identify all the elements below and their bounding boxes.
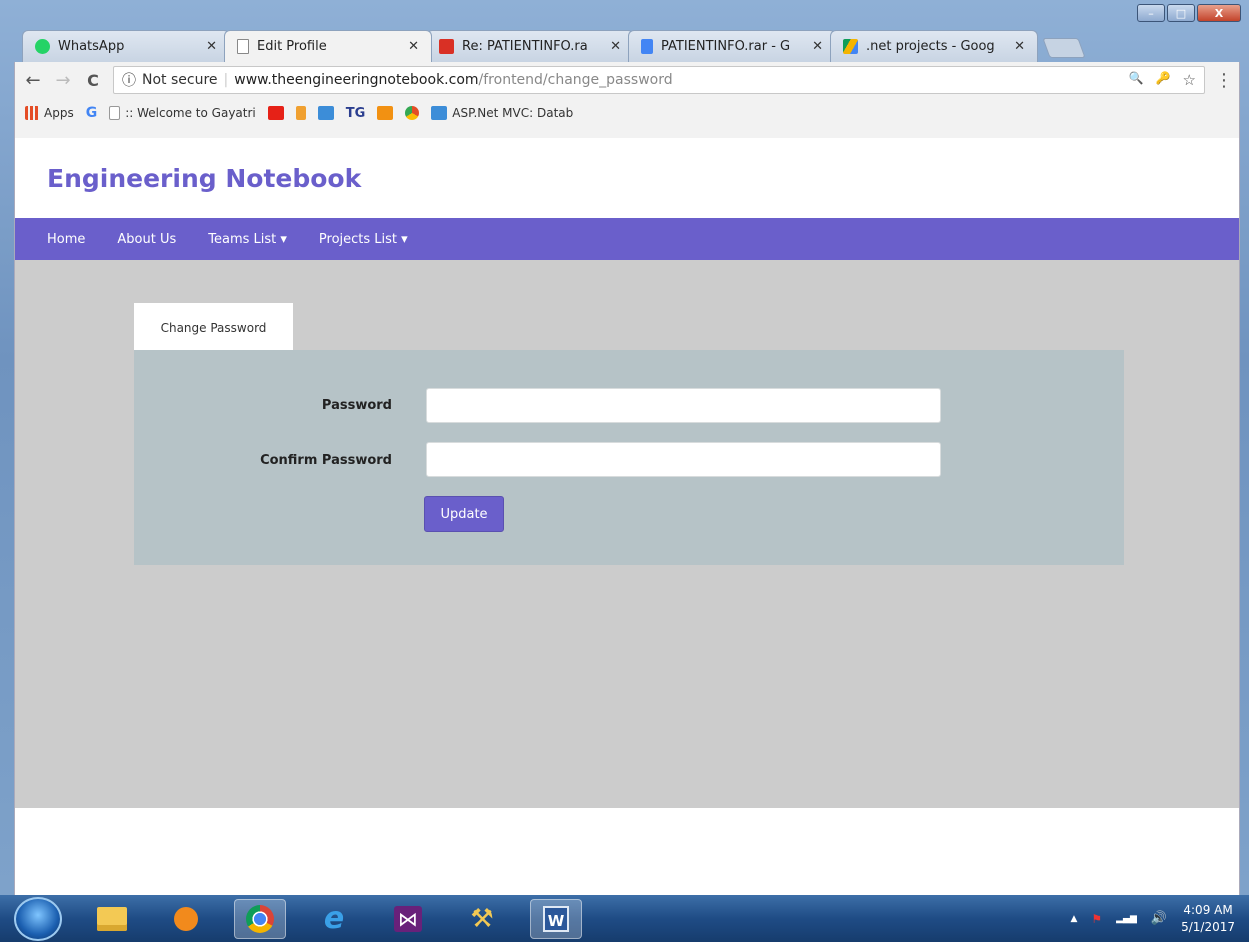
- bookmark-5[interactable]: [405, 106, 420, 120]
- maximize-button[interactable]: □: [1167, 4, 1195, 22]
- nav-about-us[interactable]: About Us: [117, 232, 176, 247]
- url-host: www.theengineeringnotebook.com: [234, 72, 479, 88]
- window-controls: – □ X: [1137, 4, 1241, 22]
- ie-icon[interactable]: e: [308, 899, 360, 939]
- tools-icon[interactable]: ⚒: [456, 899, 508, 939]
- bookmark-google[interactable]: G: [86, 105, 98, 121]
- url-path: /frontend/change_password: [478, 72, 673, 88]
- site-navbar: Home About Us Teams List ▾ Projects List…: [15, 218, 1239, 260]
- page-icon: [109, 106, 121, 120]
- bookmark-2[interactable]: [295, 106, 306, 120]
- close-icon[interactable]: ✕: [812, 39, 823, 54]
- gmail-icon: [439, 39, 454, 54]
- nav-home[interactable]: Home: [47, 232, 85, 247]
- bookmarks-bar: Apps G :: Welcome to Gayatri TG ASP.Net …: [15, 98, 1239, 128]
- confirm-password-field[interactable]: [426, 442, 941, 477]
- start-button[interactable]: [14, 896, 62, 941]
- whatsapp-icon: [35, 39, 50, 54]
- bookmark-gayatri[interactable]: :: Welcome to Gayatri: [109, 106, 256, 120]
- address-bar[interactable]: ⓘ Not secure | www.theengineeringnoteboo…: [113, 66, 1205, 94]
- tab-drive[interactable]: .net projects - Goog ✕: [830, 30, 1038, 62]
- change-password-panel: Password Confirm Password Update: [134, 350, 1124, 565]
- tab-title: Edit Profile: [257, 39, 327, 54]
- minimize-button[interactable]: –: [1137, 4, 1165, 22]
- tab-title: Re: PATIENTINFO.ra: [462, 39, 588, 54]
- tg-icon: TG: [345, 105, 366, 121]
- taskbar-apps: e ⋈ ⚒ W: [86, 898, 582, 939]
- key-icon[interactable]: 🔑: [1156, 71, 1171, 89]
- tab-docs[interactable]: PATIENTINFO.rar - G ✕: [628, 30, 836, 62]
- site-brand[interactable]: Engineering Notebook: [47, 164, 361, 193]
- navigation-row: ← → C ⓘ Not secure | www.theengineeringn…: [15, 62, 1239, 98]
- visual-studio-icon[interactable]: ⋈: [382, 899, 434, 939]
- tab-edit-profile[interactable]: Edit Profile ✕: [224, 30, 432, 62]
- forward-button[interactable]: →: [53, 70, 73, 91]
- bookmark-icon: [295, 106, 306, 120]
- action-center-flag-icon[interactable]: ⚑: [1091, 912, 1102, 926]
- apps-grid-icon: [25, 106, 39, 120]
- bookmark-label: Apps: [44, 106, 74, 120]
- back-button[interactable]: ←: [23, 70, 43, 91]
- nav-projects-list[interactable]: Projects List ▾: [319, 232, 408, 247]
- bookmark-label: ASP.Net MVC: Datab: [452, 106, 574, 120]
- reload-button[interactable]: C: [83, 71, 103, 90]
- page-icon: [237, 39, 249, 54]
- explorer-icon[interactable]: [86, 899, 138, 939]
- info-icon[interactable]: ⓘ: [122, 70, 136, 90]
- bookmark-youtube[interactable]: [267, 106, 284, 120]
- calendar-icon: [317, 106, 334, 120]
- new-tab-button[interactable]: [1042, 38, 1086, 58]
- bookmark-4[interactable]: [377, 106, 394, 120]
- tab-title: WhatsApp: [58, 39, 125, 54]
- bookmark-label: :: Welcome to Gayatri: [125, 106, 256, 120]
- show-hidden-icons-icon[interactable]: ▲: [1070, 914, 1077, 924]
- clock[interactable]: 4:09 AM 5/1/2017: [1181, 902, 1235, 936]
- divider: |: [223, 72, 229, 88]
- chrome-icon[interactable]: [234, 898, 286, 939]
- bookmark-aspnet[interactable]: ASP.Net MVC: Datab: [431, 106, 573, 120]
- browser-toolbar: ← → C ⓘ Not secure | www.theengineeringn…: [14, 62, 1240, 138]
- volume-icon[interactable]: 🔊: [1151, 911, 1167, 926]
- tab-whatsapp[interactable]: WhatsApp ✕: [22, 30, 230, 62]
- tab-strip: WhatsApp ✕ Edit Profile ✕ Re: PATIENTINF…: [22, 30, 1086, 62]
- clock-date: 5/1/2017: [1181, 919, 1235, 934]
- chrome-store-icon: [405, 106, 420, 120]
- network-icon[interactable]: ▂▄▆: [1116, 914, 1137, 924]
- youtube-icon: [267, 106, 284, 120]
- aspnet-icon: [431, 106, 448, 120]
- docs-icon: [641, 39, 653, 54]
- close-window-button[interactable]: X: [1197, 4, 1241, 22]
- bookmark-tg[interactable]: TG: [346, 106, 366, 121]
- tab-change-password[interactable]: Change Password: [134, 303, 293, 352]
- star-icon[interactable]: ☆: [1183, 71, 1196, 89]
- update-button[interactable]: Update: [424, 496, 504, 532]
- content-area: Change Password Password Confirm Passwor…: [15, 260, 1239, 808]
- taskbar: e ⋈ ⚒ W ▲ ⚑ ▂▄▆ 🔊 4:09 AM 5/1/2017: [0, 895, 1249, 942]
- bookmark-apps[interactable]: Apps: [25, 106, 74, 120]
- password-label: Password: [321, 398, 392, 413]
- tab-gmail[interactable]: Re: PATIENTINFO.ra ✕: [426, 30, 634, 62]
- browser-window: – □ X WhatsApp ✕ Edit Profile ✕ Re: PATI…: [0, 0, 1249, 895]
- clock-time: 4:09 AM: [1183, 902, 1233, 917]
- media-player-icon[interactable]: [160, 899, 212, 939]
- close-icon[interactable]: ✕: [1014, 39, 1025, 54]
- menu-icon[interactable]: ⋮: [1215, 70, 1233, 91]
- drive-icon: [843, 39, 858, 54]
- tab-title: PATIENTINFO.rar - G: [661, 39, 791, 54]
- zoom-icon[interactable]: 🔍: [1129, 71, 1144, 89]
- password-field[interactable]: [426, 388, 941, 423]
- close-icon[interactable]: ✕: [408, 39, 419, 54]
- close-icon[interactable]: ✕: [206, 39, 217, 54]
- nav-teams-list[interactable]: Teams List ▾: [208, 232, 287, 247]
- confirm-password-label: Confirm Password: [260, 453, 392, 468]
- web-page: Engineering Notebook Home About Us Teams…: [14, 138, 1240, 895]
- bookmark-3[interactable]: [317, 106, 334, 120]
- close-icon[interactable]: ✕: [610, 39, 621, 54]
- grid-icon: [377, 106, 394, 120]
- system-tray: ▲ ⚑ ▂▄▆ 🔊 4:09 AM 5/1/2017: [1070, 902, 1249, 936]
- google-icon: G: [85, 105, 98, 121]
- word-icon[interactable]: W: [530, 898, 582, 939]
- tab-title: .net projects - Goog: [866, 39, 995, 54]
- security-label: Not secure: [142, 72, 218, 88]
